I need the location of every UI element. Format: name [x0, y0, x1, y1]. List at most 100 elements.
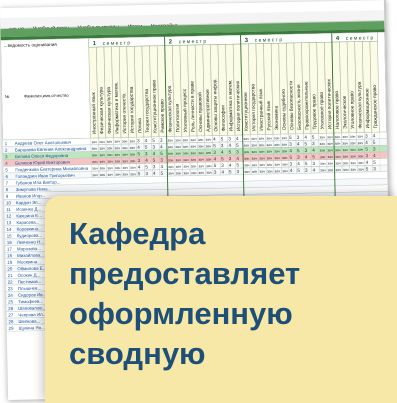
grade-value: зач: [130, 159, 136, 163]
row-number: 10: [6, 200, 12, 205]
grade-value: зач: [168, 171, 174, 175]
grade-value: зач: [266, 136, 272, 140]
grade-value: зач: [168, 138, 174, 142]
grade-value: зач: [176, 158, 182, 162]
row-number: 11: [6, 207, 11, 212]
grade-value: зач: [107, 153, 113, 157]
grade-value: зач: [130, 146, 136, 150]
semester-label: с е м е с т р: [255, 37, 283, 44]
grade-value: зач: [343, 161, 349, 165]
subject-name: Римское право: [159, 99, 166, 133]
grade-value: зач: [183, 145, 189, 149]
row-number: 15: [7, 233, 13, 238]
grade-value: зач: [350, 154, 356, 158]
semester-label: с е м е с т р: [346, 35, 374, 42]
student-name: Коровкина...: [17, 226, 42, 232]
grade-value: зач: [100, 160, 106, 164]
grade-value: зач: [320, 149, 326, 153]
subject-name: Роль личности в праве: [189, 81, 196, 133]
grade-value: зач: [282, 162, 288, 166]
caption-line: предоставляет: [69, 256, 301, 291]
grade-value: зач: [107, 160, 113, 164]
grade-value: зач: [282, 169, 288, 173]
subject-name: Конституционное: [243, 92, 250, 131]
grade-value: зач: [350, 135, 356, 139]
grade-value: зач: [357, 135, 363, 139]
grade-value: зач: [107, 146, 113, 150]
grade-value: зач: [175, 138, 181, 142]
name-column-header: Фамилия,имя,отчество: [24, 93, 70, 99]
subject-name: Административное: [205, 89, 212, 132]
student-name: Зимулова Нина...: [16, 186, 52, 192]
subject-name: Гражданское право: [372, 85, 379, 129]
grade-value: зач: [267, 169, 273, 173]
grade-value: зач: [92, 160, 98, 164]
caption-text: Кафедра предоставляет оформленную сводну…: [69, 214, 397, 374]
grade-value: зач: [320, 162, 326, 166]
grade-value: зач: [251, 143, 257, 147]
grade-value: зач: [198, 138, 204, 142]
grade-value: зач: [328, 162, 334, 166]
grade-value: зач: [206, 144, 212, 148]
grade-value: зач: [183, 138, 189, 142]
grade-value: зач: [190, 145, 196, 149]
student-name: Осокин Д...: [17, 272, 40, 277]
student-name: Пестимов...: [18, 279, 42, 284]
row-number: 13: [6, 220, 12, 225]
grade-value: зач: [175, 145, 181, 149]
row-number: 17: [7, 247, 13, 252]
grade-value: зач: [176, 171, 182, 175]
grade-value: зач: [114, 146, 120, 150]
grade-value: зач: [358, 141, 364, 145]
row-number: 16: [7, 240, 13, 245]
semester-label: с е м е с т р: [103, 40, 131, 47]
grade-value: зач: [115, 153, 121, 157]
student-name: Шаповалов...: [18, 305, 45, 311]
grade-value: зач: [267, 150, 273, 154]
grade-value: зач: [168, 152, 174, 156]
student-name: Карасева...: [16, 220, 39, 225]
grade-value: зач: [206, 171, 212, 175]
subject-name: История отечеств.: [121, 93, 128, 134]
number-column-header: №: [5, 94, 10, 99]
student-name: Щукина Ян...: [19, 325, 45, 331]
grade-value: зач: [244, 163, 250, 167]
caption-panel: Кафедра предоставляет оформленную сводну…: [45, 196, 397, 403]
grade-value: зач: [259, 170, 265, 174]
grade-value: зач: [199, 171, 205, 175]
subject-name: Политология: [175, 103, 182, 132]
grade-value: зач: [259, 150, 265, 154]
grade-value: зач: [259, 156, 265, 160]
grade-value: зач: [206, 151, 212, 155]
grade-value: зач: [176, 165, 182, 169]
grade-value: зач: [282, 143, 288, 147]
subject-name: Безопасность жизни: [296, 84, 303, 130]
grade-value: зач: [335, 161, 341, 165]
row-number: 20: [7, 266, 13, 271]
grade-value: зач: [244, 170, 250, 174]
grade-value: зач: [244, 143, 250, 147]
subject-name: Основы безопасности: [288, 81, 295, 131]
grade-value: зач: [168, 145, 174, 149]
semester-label: с е м е с т р: [179, 39, 207, 46]
subject-name: История государства: [250, 84, 257, 131]
grade-value: зач: [267, 163, 273, 167]
grade-value: зач: [92, 173, 98, 177]
caption-line: Кафедра: [69, 216, 206, 251]
slide: ...ально Учебный план Учебные группы Ито…: [0, 0, 397, 403]
subject-name: Информационное: [364, 88, 371, 129]
grade-value: зач: [190, 138, 196, 142]
grade-value: зач: [320, 155, 326, 159]
grade-value: зач: [183, 171, 189, 175]
grade-value: зач: [123, 172, 129, 176]
grade-value: зач: [282, 149, 288, 153]
student-name: Москвина...: [17, 259, 41, 264]
grade-value: зач: [358, 168, 364, 172]
grade-value: зач: [92, 140, 98, 144]
grade-value: зач: [274, 143, 280, 147]
row-number: 21: [7, 273, 13, 278]
row-number: 29: [9, 326, 15, 331]
grade-value: зач: [114, 140, 120, 144]
grade-value: зач: [275, 169, 281, 173]
subject-name: Логика: [137, 118, 143, 134]
